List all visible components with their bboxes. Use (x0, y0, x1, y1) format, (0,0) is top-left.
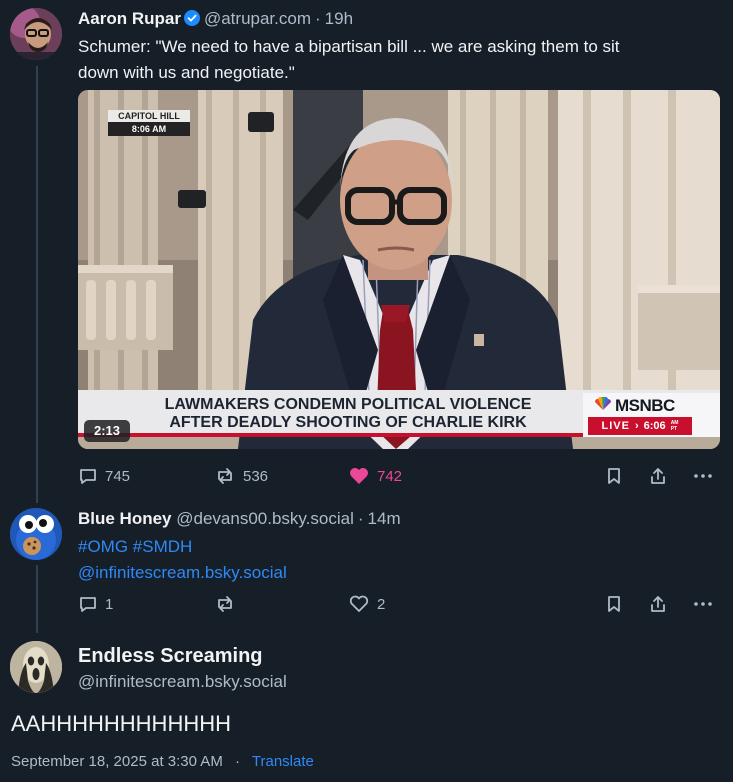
display-name[interactable]: Aaron Rupar (78, 9, 181, 28)
repost-button[interactable] (214, 590, 243, 618)
more-options-button[interactable] (692, 590, 714, 618)
reply-icon (78, 594, 98, 614)
reply-button[interactable]: 1 (78, 590, 113, 618)
reply-button[interactable]: 745 (78, 462, 130, 490)
chyron-line: LAWMAKERS CONDEMN POLITICAL VIOLENCE (164, 396, 532, 413)
post-header: Blue Honey @devans00.bsky.social · 14m (78, 508, 401, 530)
post-text: #OMG #SMDH @infinitescream.bsky.social (78, 534, 723, 586)
share-button[interactable] (648, 590, 668, 618)
like-count: 742 (377, 467, 403, 485)
reply-count: 1 (105, 595, 114, 613)
separator: · (357, 509, 364, 528)
thread-line (36, 565, 38, 633)
bookmark-button[interactable] (604, 590, 624, 618)
like-count: 2 (377, 595, 386, 613)
share-icon (648, 466, 668, 486)
live-label: LIVE (601, 420, 630, 432)
mention-link[interactable]: @infinitescream.bsky.social (78, 560, 723, 586)
live-badge: LIVE › 6:06 AM PT (588, 417, 692, 435)
more-icon (692, 594, 714, 614)
chyron: LAWMAKERS CONDEMN POLITICAL VIOLENCE AFT… (118, 396, 578, 432)
post-meta: September 18, 2025 at 3:30 AM · Translat… (11, 752, 314, 772)
handle[interactable]: @infinitescream.bsky.social (78, 672, 287, 691)
separator: · (234, 753, 240, 770)
network-logo: MSNBC (593, 396, 675, 416)
repost-icon (214, 594, 236, 614)
post-handle-row: @infinitescream.bsky.social (78, 671, 287, 693)
post-actions: 745 536 742 (78, 462, 718, 490)
post-header: Endless Screaming (78, 644, 263, 668)
post-header: Aaron Rupar @atrupar.com · 19h (78, 8, 353, 32)
repost-count: 536 (243, 467, 269, 485)
share-button[interactable] (648, 462, 668, 490)
more-icon (692, 466, 714, 486)
live-time-suffix-bottom: PT (670, 426, 678, 432)
video-embed[interactable]: CAPITOL HILL 8:06 AM LAWMAKERS CONDEMN P… (78, 90, 720, 449)
like-button[interactable]: 742 (348, 462, 402, 490)
verified-badge-icon (183, 10, 200, 32)
separator: · (315, 9, 321, 28)
chyron-line: AFTER DEADLY SHOOTING OF CHARLIE KIRK (169, 414, 527, 431)
thread-line (36, 66, 38, 503)
bookmark-icon (604, 594, 624, 614)
post-text: AAHHHHHHHHHHHH (11, 711, 231, 736)
handle[interactable]: @devans00.bsky.social (176, 509, 354, 528)
hashtags-link[interactable]: #OMG #SMDH (78, 534, 723, 560)
avatar[interactable] (10, 508, 62, 560)
like-icon (348, 466, 370, 486)
post-timestamp: September 18, 2025 at 3:30 AM (11, 753, 223, 770)
location-time: 8:06 AM (131, 124, 167, 134)
display-name[interactable]: Blue Honey (78, 509, 172, 528)
repost-button[interactable]: 536 (214, 462, 268, 490)
bookmark-icon (604, 466, 624, 486)
live-arrow: › (634, 420, 639, 432)
live-time: 6:06 (643, 420, 666, 432)
network-name: MSNBC (615, 396, 675, 415)
live-time-suffix: AM PT (671, 420, 679, 432)
bookmark-button[interactable] (604, 462, 624, 490)
post-text-line: down with us and negotiate." (78, 63, 295, 82)
repost-icon (214, 466, 236, 486)
post-text-line: Schumer: "We need to have a bipartisan b… (78, 37, 620, 56)
peacock-icon (593, 396, 613, 416)
post-time[interactable]: 14m (368, 509, 401, 528)
post-text: Schumer: "We need to have a bipartisan b… (78, 34, 723, 86)
reply-count: 745 (105, 467, 131, 485)
more-options-button[interactable] (692, 462, 714, 490)
location-tag: CAPITOL HILL (118, 111, 180, 121)
avatar[interactable] (10, 8, 62, 60)
video-duration: 2:13 (93, 423, 121, 438)
like-icon (348, 594, 370, 614)
share-icon (648, 594, 668, 614)
avatar[interactable] (10, 641, 62, 693)
like-button[interactable]: 2 (348, 590, 385, 618)
translate-link[interactable]: Translate (252, 753, 314, 770)
display-name[interactable]: Endless Screaming (78, 645, 263, 667)
reply-icon (78, 466, 98, 486)
handle[interactable]: @atrupar.com (204, 9, 311, 28)
post-actions: 1 2 (78, 590, 718, 618)
post-time[interactable]: 19h (325, 9, 353, 28)
